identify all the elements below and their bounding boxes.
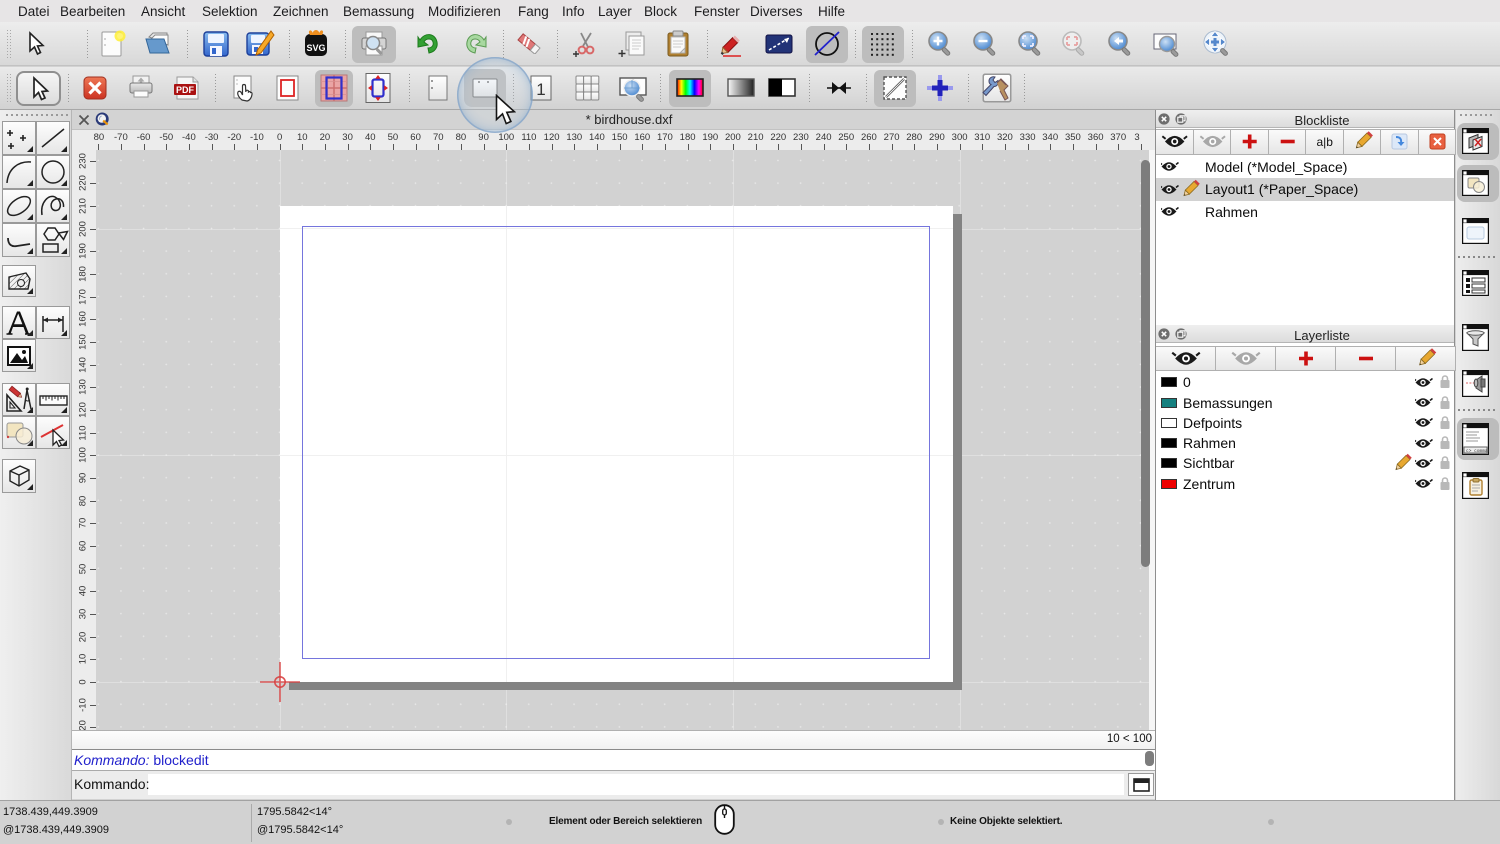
- svg-text:PDF: PDF: [176, 85, 195, 95]
- svg-text:c> command: c> command: [1466, 448, 1489, 454]
- svg-text:SVG: SVG: [306, 43, 325, 53]
- svg-text:1: 1: [536, 80, 545, 99]
- svg-text:a|b: a|b: [1316, 135, 1333, 149]
